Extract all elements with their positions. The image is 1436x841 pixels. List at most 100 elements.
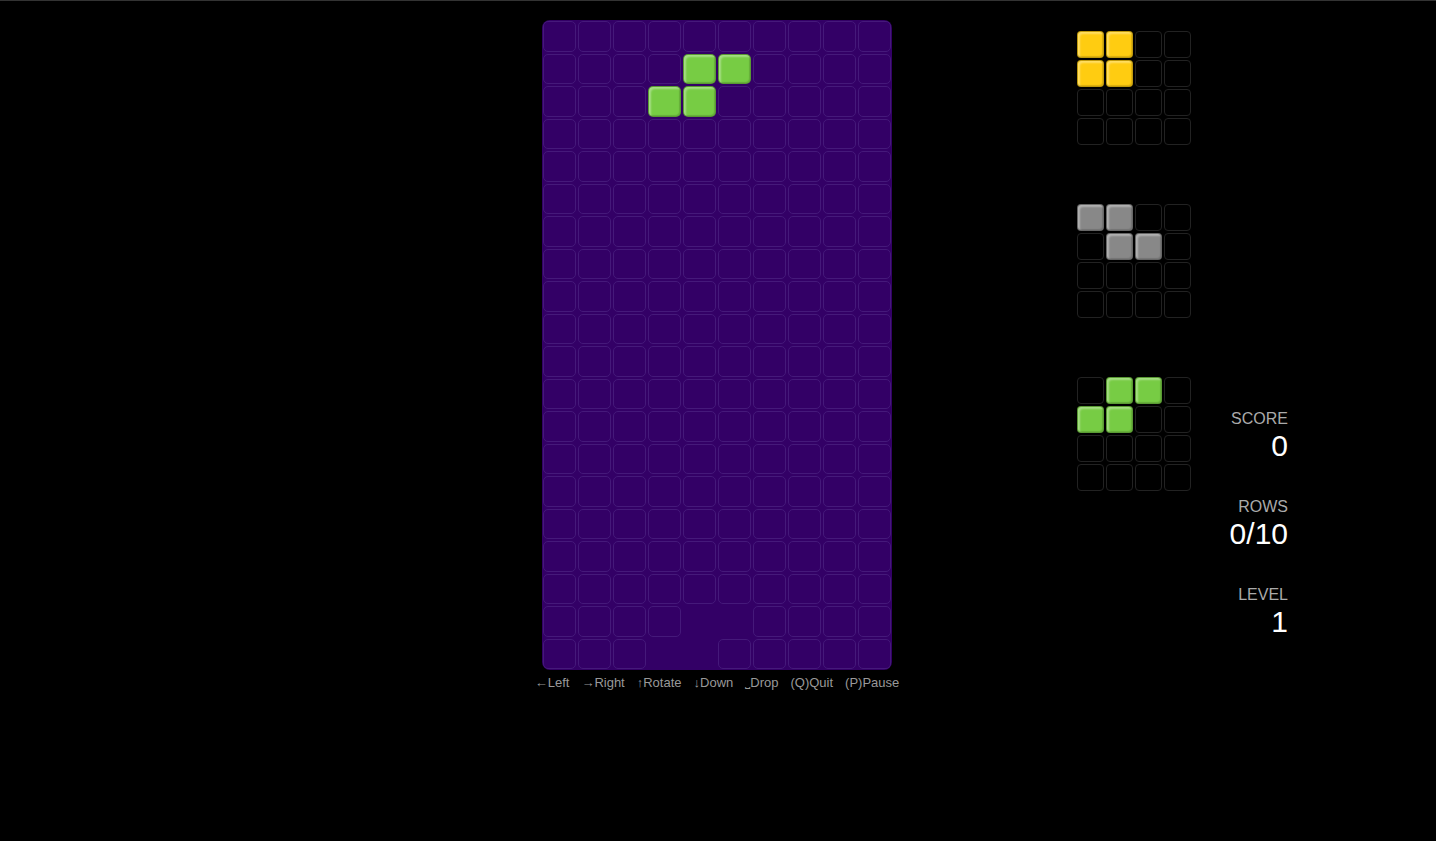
board-cell	[788, 184, 821, 215]
board-cell	[858, 476, 891, 507]
preview-cell	[1135, 60, 1162, 87]
control-hint: ←Left	[535, 675, 570, 691]
board-cell	[613, 21, 646, 52]
control-hint: ↑Rotate	[637, 675, 682, 691]
control-hint: ↓Down	[694, 675, 734, 691]
preview-cell	[1135, 406, 1162, 433]
board-cell	[858, 379, 891, 410]
board-cell	[543, 281, 576, 312]
ghost-cell	[683, 606, 716, 637]
preview-block	[1077, 204, 1104, 231]
board-cell	[613, 151, 646, 182]
board-cell	[683, 509, 716, 540]
board-cell	[578, 411, 611, 442]
board-cell	[543, 119, 576, 150]
preview-cell	[1135, 262, 1162, 289]
board-cell	[543, 346, 576, 377]
preview-cell	[1106, 291, 1133, 318]
board-cell	[578, 54, 611, 85]
preview-cell	[1164, 118, 1191, 145]
board-cell	[613, 639, 646, 670]
board-cell	[823, 249, 856, 280]
stat: SCORE 0	[1192, 410, 1288, 463]
preview-cell	[1135, 31, 1162, 58]
board-cell	[718, 21, 751, 52]
board-cell	[578, 346, 611, 377]
board-cell	[788, 574, 821, 605]
board-cell	[543, 476, 576, 507]
board-cell	[648, 541, 681, 572]
board-cell	[788, 509, 821, 540]
board-cell	[648, 281, 681, 312]
control-hint: →Right	[581, 675, 624, 691]
preview-block	[1106, 233, 1133, 260]
preview-cell	[1164, 464, 1191, 491]
board-cell	[753, 119, 786, 150]
board-cell	[613, 379, 646, 410]
board-cell	[753, 541, 786, 572]
game-board[interactable]	[542, 20, 892, 670]
board-cell	[613, 509, 646, 540]
preview-cell	[1077, 464, 1104, 491]
board-cell	[683, 411, 716, 442]
preview-cell	[1135, 118, 1162, 145]
board-cell	[683, 476, 716, 507]
piece-block	[648, 86, 681, 117]
piece-block	[718, 54, 751, 85]
board-cell	[613, 184, 646, 215]
board-cell	[613, 314, 646, 345]
preview-block	[1077, 31, 1104, 58]
board-cell	[788, 541, 821, 572]
preview-cell	[1077, 377, 1104, 404]
board-cell	[718, 151, 751, 182]
preview-cell	[1077, 89, 1104, 116]
board-cell	[613, 541, 646, 572]
board-cell	[648, 314, 681, 345]
board-cell	[683, 151, 716, 182]
preview-block	[1106, 60, 1133, 87]
board-cell	[858, 606, 891, 637]
board-cell	[648, 346, 681, 377]
board-cell	[788, 249, 821, 280]
board-cell	[788, 21, 821, 52]
board-cell	[753, 86, 786, 117]
board-cell	[683, 444, 716, 475]
board-cell	[613, 476, 646, 507]
preview-cell	[1077, 262, 1104, 289]
preview-cell	[1164, 204, 1191, 231]
preview-cell	[1077, 435, 1104, 462]
board-cell	[648, 184, 681, 215]
preview-cell	[1077, 291, 1104, 318]
board-cell	[823, 379, 856, 410]
board-cell	[788, 411, 821, 442]
board-cell	[858, 541, 891, 572]
stat-value: 0	[1192, 429, 1288, 463]
preview-block	[1106, 406, 1133, 433]
board-cell	[718, 346, 751, 377]
board-cell	[613, 216, 646, 247]
ghost-cell	[648, 639, 681, 670]
board-cell	[578, 21, 611, 52]
board-cell	[683, 314, 716, 345]
board-cell	[648, 151, 681, 182]
ghost-cell	[718, 606, 751, 637]
board-cell	[718, 216, 751, 247]
board-cell	[753, 281, 786, 312]
board-cell	[823, 184, 856, 215]
next-piece-preview	[1076, 203, 1192, 319]
board-cell	[718, 639, 751, 670]
preview-cell	[1106, 118, 1133, 145]
board-cell	[718, 541, 751, 572]
board-cell	[753, 184, 786, 215]
preview-cell	[1164, 435, 1191, 462]
preview-cell	[1135, 204, 1162, 231]
board-cell	[578, 509, 611, 540]
board-cell	[823, 346, 856, 377]
board-cell	[753, 379, 786, 410]
stat-label: LEVEL	[1192, 586, 1288, 604]
board-cell	[823, 541, 856, 572]
board-cell	[578, 281, 611, 312]
stat: LEVEL 1	[1192, 586, 1288, 639]
board-cell	[753, 21, 786, 52]
board-cell	[858, 411, 891, 442]
